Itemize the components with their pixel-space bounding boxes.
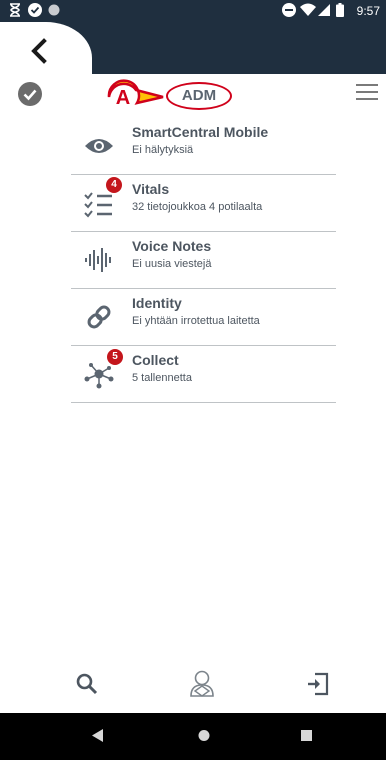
patient-icon	[190, 670, 214, 697]
hourglass-icon	[10, 3, 20, 17]
callout-letter: A	[116, 87, 130, 109]
search-icon	[76, 673, 98, 695]
patient-button[interactable]	[187, 669, 217, 699]
annotation-callout: A	[107, 79, 164, 109]
list-item-identity[interactable]: Identity Ei yhtään irrotettua laitetta	[71, 289, 336, 346]
module-subtitle: Ei uusia viestejä	[132, 258, 212, 270]
list-item-smartcentral[interactable]: SmartCentral Mobile Ei hälytyksiä	[71, 118, 336, 175]
home-circle-icon[interactable]	[198, 729, 210, 742]
dot-icon	[48, 4, 60, 16]
login-button[interactable]	[303, 669, 333, 699]
module-title: SmartCentral Mobile	[132, 124, 269, 140]
list-item-voice-notes[interactable]: Voice Notes Ei uusia viestejä	[71, 232, 336, 289]
wifi-icon	[300, 3, 316, 16]
module-title: Identity	[132, 295, 182, 311]
signal-icon	[318, 4, 330, 16]
bottom-toolbar	[0, 665, 386, 705]
notification-badge: 5	[107, 349, 123, 365]
confirm-button[interactable]	[18, 82, 42, 106]
check-icon	[23, 89, 37, 101]
hamburger-menu-icon[interactable]	[356, 84, 378, 102]
link-icon	[71, 295, 127, 339]
module-subtitle: Ei hälytyksiä	[132, 144, 194, 156]
notification-badge: 4	[106, 177, 122, 193]
header-bar: 9:57	[0, 0, 386, 74]
status-bar: 9:57	[0, 0, 386, 22]
check-circle-icon	[28, 3, 42, 17]
login-icon	[308, 672, 329, 696]
eye-icon	[71, 124, 127, 168]
waveform-icon	[71, 238, 127, 282]
module-subtitle: 32 tietojoukkoa 4 potilaalta	[132, 201, 263, 213]
search-button[interactable]	[72, 669, 102, 699]
module-title: Voice Notes	[132, 238, 212, 254]
battery-icon	[336, 3, 344, 17]
module-title: Vitals	[132, 181, 170, 197]
module-subtitle: 5 tallennetta	[132, 372, 192, 384]
list-item-vitals[interactable]: 4 Vitals 32 tietojoukkoa 4 potilaalta	[71, 175, 336, 232]
module-subtitle: Ei yhtään irrotettua laitetta	[132, 315, 260, 327]
app-screen: 9:57 A ADM SmartCentral Mobile Ei hälyty…	[0, 0, 386, 760]
do-not-disturb-icon	[282, 3, 296, 17]
status-time: 9:57	[356, 4, 380, 18]
chevron-left-icon[interactable]	[29, 38, 51, 64]
back-triangle-icon[interactable]	[92, 729, 104, 742]
list-item-collect[interactable]: 5 Collect 5 tallennetta	[71, 346, 336, 403]
module-list: SmartCentral Mobile Ei hälytyksiä 4 Vita…	[71, 118, 336, 403]
system-nav-bar	[0, 713, 386, 760]
user-label[interactable]: ADM	[166, 82, 232, 110]
recents-square-icon[interactable]	[301, 729, 313, 742]
module-title: Collect	[132, 352, 179, 368]
